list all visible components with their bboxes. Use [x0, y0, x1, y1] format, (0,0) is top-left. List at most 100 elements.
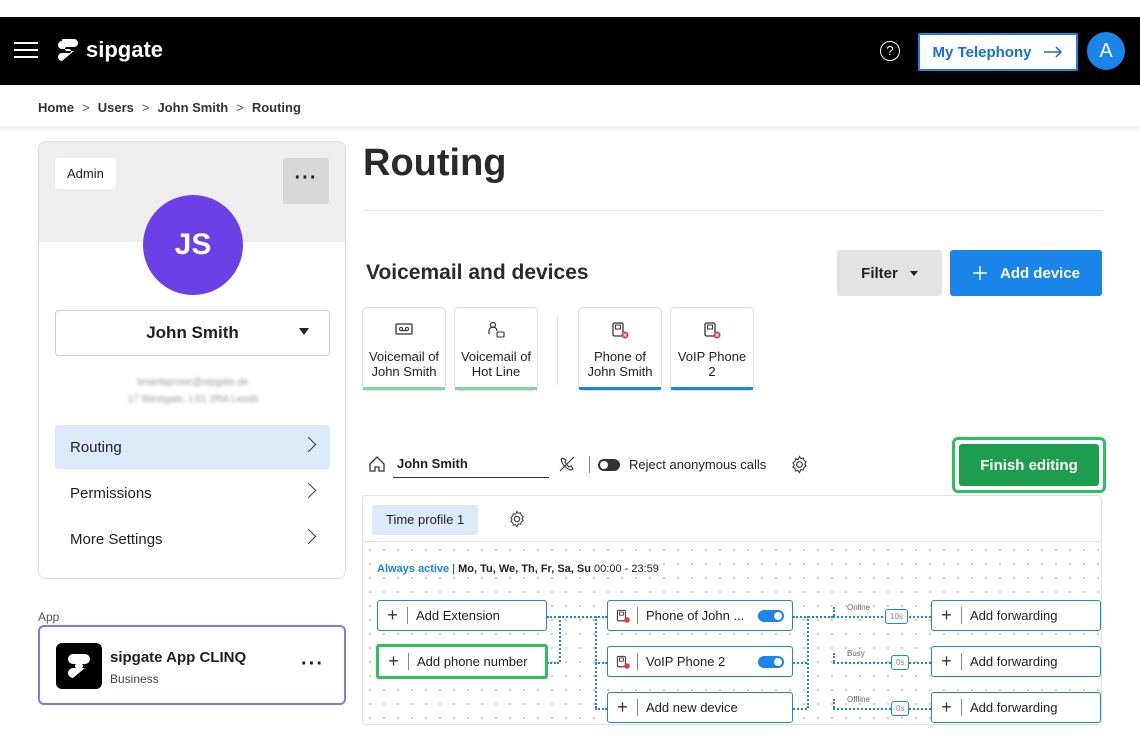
filter-label: Filter — [861, 264, 898, 282]
add-extension-label: Add Extension — [416, 608, 500, 623]
plus-icon: + — [932, 606, 962, 624]
app-name: sipgate App CLINQ — [110, 649, 247, 666]
nav-item-permissions[interactable]: Permissions — [55, 471, 330, 515]
chevron-right-icon: > — [141, 100, 150, 115]
chevron-right-icon: > — [236, 100, 244, 115]
condition-busy-label: Busy — [847, 649, 865, 658]
account-avatar[interactable]: A — [1087, 32, 1125, 70]
breadcrumb-user[interactable]: John Smith — [157, 100, 228, 115]
user-address: 17 Westgate, LS1 2RA Leeds — [127, 394, 259, 405]
profile-more-button[interactable]: ··· — [283, 158, 329, 204]
desk-phone-offline-icon — [612, 322, 629, 339]
add-forwarding-label: Add forwarding — [970, 608, 1058, 623]
user-profile-card: Admin ··· JS John Smith brianlaprose@sip… — [38, 141, 346, 579]
logo-text: sipgate — [86, 37, 164, 62]
app-plan: Business — [110, 672, 159, 686]
gear-icon[interactable] — [508, 510, 526, 528]
add-extension-button[interactable]: + Add Extension — [377, 600, 547, 631]
user-contact-info: brianlaprose@sipgate.de 17 Westgate, LS1… — [39, 374, 345, 408]
plus-icon: + — [379, 652, 409, 670]
plus-icon: + — [378, 606, 408, 624]
add-forwarding-busy-button[interactable]: + Add forwarding — [931, 646, 1101, 677]
device-card-voicemail-john[interactable]: Voicemail of John Smith — [362, 307, 446, 391]
section-title: Voicemail and devices — [366, 261, 589, 284]
add-phone-number-button[interactable]: + Add phone number — [376, 644, 548, 679]
device-node-label: VoIP Phone 2 — [646, 654, 726, 669]
desk-phone-offline-icon — [608, 653, 638, 670]
user-avatar: JS — [143, 195, 243, 295]
voicemail-icon — [395, 323, 413, 335]
filter-button[interactable]: Filter — [837, 250, 942, 296]
device-card-phone-john[interactable]: Phone of John Smith — [578, 307, 662, 391]
arrow-right-icon — [1044, 46, 1063, 58]
routing-canvas: Always active | Mo, Tu, We, Th, Fr, Sa, … — [363, 543, 1101, 724]
app-card[interactable]: sipgate App CLINQ Business ··· — [38, 625, 346, 705]
nav-item-label: More Settings — [70, 530, 163, 548]
app-more-button[interactable]: ··· — [301, 653, 324, 676]
plus-icon: + — [932, 698, 962, 716]
always-active-label: Always active — [377, 563, 450, 575]
chevron-right-icon — [300, 436, 317, 453]
condition-offline-timer[interactable]: 0s — [891, 701, 910, 716]
device-card-voicemail-hotline[interactable]: Voicemail of Hot Line — [454, 307, 538, 391]
my-telephony-button[interactable]: My Telephony — [918, 33, 1078, 71]
chevron-right-icon — [300, 528, 317, 545]
user-select-dropdown[interactable]: John Smith — [55, 310, 330, 356]
plus-icon: + — [932, 652, 962, 670]
device-card-line1: Voicemail of — [368, 349, 440, 364]
routing-target-field[interactable]: John Smith — [393, 450, 549, 478]
clinq-app-icon — [56, 643, 102, 689]
menu-icon[interactable] — [14, 42, 38, 60]
nav-item-more-settings[interactable]: More Settings — [55, 517, 330, 561]
schedule-summary: Always active | Mo, Tu, We, Th, Fr, Sa, … — [377, 563, 663, 575]
device-card-line1: Phone of — [593, 349, 647, 364]
device-enabled-toggle[interactable] — [758, 656, 784, 668]
reject-anonymous-toggle[interactable] — [598, 459, 620, 471]
reject-anonymous-label: Reject anonymous calls — [629, 457, 767, 472]
condition-busy-timer[interactable]: 0s — [891, 655, 910, 670]
sipgate-logo-icon — [58, 39, 78, 61]
add-device-label: Add device — [999, 264, 1081, 282]
phone-disabled-icon[interactable] — [558, 455, 576, 473]
gear-icon[interactable] — [790, 455, 809, 474]
add-forwarding-offline-button[interactable]: + Add forwarding — [931, 692, 1101, 723]
routing-panel: Time profile 1 Always active | Mo, Tu, W… — [362, 495, 1102, 725]
user-initials: JS — [174, 228, 212, 261]
device-card-line2: Hot Line — [471, 364, 521, 379]
chevron-right-icon: > — [82, 100, 90, 115]
condition-offline-label: Offline — [847, 695, 870, 704]
device-card-voip-phone-2[interactable]: VoIP Phone 2 — [670, 307, 754, 391]
home-icon — [369, 456, 385, 472]
device-card-line2: John Smith — [587, 364, 653, 379]
nav-item-label: Permissions — [70, 484, 152, 502]
device-card-line1: Voicemail of — [460, 349, 532, 364]
condition-online-timer[interactable]: 10s — [885, 609, 908, 624]
sipgate-logo[interactable]: sipgate — [56, 37, 163, 63]
tab-time-profile-1[interactable]: Time profile 1 — [372, 505, 479, 535]
finish-editing-button[interactable]: Finish editing — [952, 437, 1106, 493]
device-node-voip-phone-2[interactable]: VoIP Phone 2 — [607, 646, 793, 677]
user-email: brianlaprose@sipgate.de — [137, 377, 249, 388]
desk-phone-offline-icon — [704, 322, 721, 339]
breadcrumb-home[interactable]: Home — [38, 100, 74, 115]
device-node-phone-john[interactable]: Phone of John ... — [607, 600, 793, 631]
add-phone-number-label: Add phone number — [417, 654, 528, 669]
device-enabled-toggle[interactable] — [758, 610, 784, 622]
breadcrumb-users[interactable]: Users — [98, 100, 134, 115]
help-icon[interactable]: ? — [880, 41, 900, 61]
app-section-label: App — [38, 610, 60, 624]
plus-icon — [972, 266, 987, 280]
desk-phone-offline-icon — [608, 607, 638, 624]
user-select-value: John Smith — [146, 323, 239, 342]
nav-item-routing[interactable]: Routing — [55, 425, 330, 469]
breadcrumb-current: Routing — [251, 100, 301, 115]
add-forwarding-label: Add forwarding — [970, 654, 1058, 669]
caret-down-icon — [909, 270, 918, 276]
condition-online-label: Online — [847, 603, 871, 612]
finish-editing-label: Finish editing — [959, 444, 1099, 486]
add-forwarding-online-button[interactable]: + Add forwarding — [931, 600, 1101, 631]
add-new-device-button[interactable]: + Add new device — [607, 692, 793, 723]
add-device-button[interactable]: Add device — [950, 250, 1102, 296]
add-forwarding-label: Add forwarding — [970, 700, 1058, 715]
schedule-days: Mo, Tu, We, Th, Fr, Sa, Su — [458, 563, 591, 575]
